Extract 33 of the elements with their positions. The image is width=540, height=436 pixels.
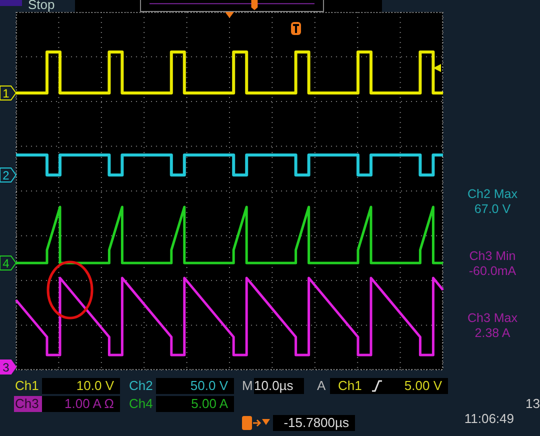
timebase-label: M bbox=[242, 378, 254, 394]
scale-value: 1.00 A Ω bbox=[42, 396, 120, 412]
trigger-level-icon bbox=[433, 64, 441, 72]
scale-value: 5.00 A bbox=[156, 396, 234, 412]
measurement-title: Ch3 Max bbox=[466, 311, 519, 326]
trigger-position-icon bbox=[242, 416, 270, 430]
trigger-point-icon bbox=[291, 22, 301, 35]
trigger-label: A bbox=[316, 378, 327, 394]
highlight-circle bbox=[46, 260, 94, 320]
time: 11:06:49 bbox=[464, 411, 514, 426]
channel-marker[interactable]: 3 bbox=[0, 360, 17, 374]
measurement-value: -60.0mA bbox=[468, 264, 518, 279]
rising-edge-icon bbox=[372, 380, 382, 392]
channel-marker[interactable]: 4 bbox=[0, 256, 17, 270]
measurement-title: Ch2 Max bbox=[466, 187, 519, 202]
channel-label: Ch4 bbox=[128, 396, 154, 412]
trigger-source: Ch1 bbox=[338, 378, 362, 394]
channel-label: Ch3 bbox=[14, 396, 42, 412]
trigger-threshold: 5.00 V bbox=[404, 378, 442, 394]
acquisition-status: Stop bbox=[28, 0, 56, 10]
channel-marker[interactable]: 1 bbox=[0, 86, 17, 100]
date: 13 bbox=[526, 396, 540, 411]
status-indicator bbox=[0, 0, 22, 6]
timebase-value: 10.0µs bbox=[254, 378, 304, 394]
trigger-position: -15.7800µs bbox=[273, 415, 355, 431]
channel-marker[interactable]: 2 bbox=[0, 168, 17, 182]
measurement-value: 67.0 V bbox=[473, 202, 512, 217]
scale-value: 50.0 V bbox=[156, 378, 234, 394]
measurement-title: Ch3 Min bbox=[468, 249, 517, 264]
measurement-value: 2.38 A bbox=[474, 326, 512, 341]
channel-label: Ch2 bbox=[128, 378, 154, 394]
scale-value: 10.0 V bbox=[42, 378, 120, 394]
channel-label: Ch1 bbox=[14, 378, 40, 394]
